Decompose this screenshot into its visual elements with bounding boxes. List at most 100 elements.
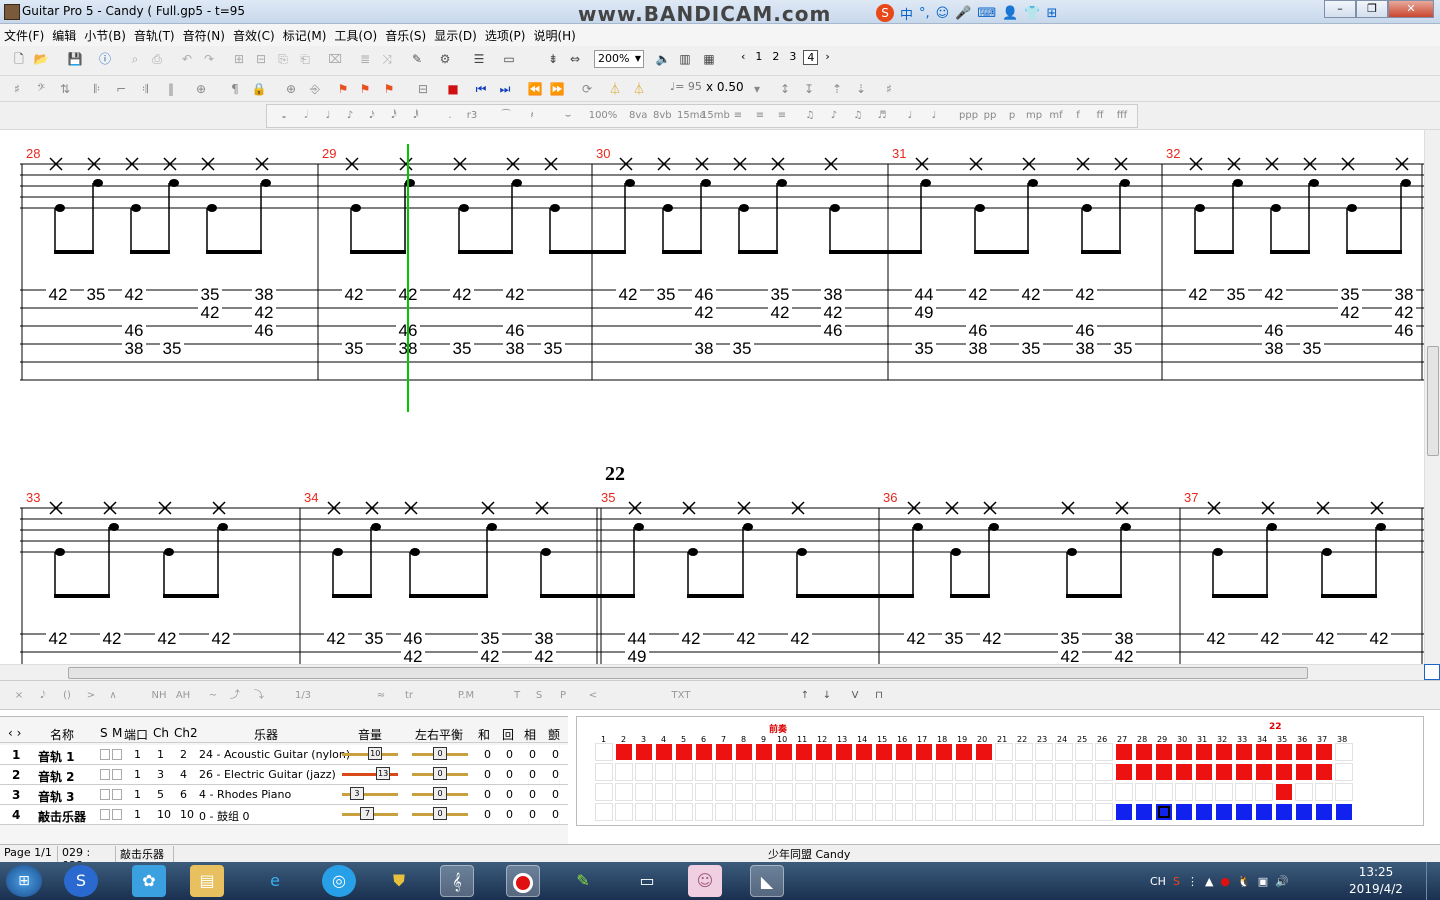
tab-number[interactable]: 35 (771, 285, 790, 304)
tab-number[interactable]: 42 (1189, 285, 1208, 304)
grid-cell[interactable] (835, 763, 853, 781)
phaser-value[interactable]: 0 (529, 808, 536, 821)
track-nav-arrows[interactable]: ‹ › (8, 726, 21, 740)
tab-number[interactable]: 46 (1395, 321, 1414, 340)
page-2-button[interactable]: 2 (769, 50, 782, 65)
page-4-button[interactable]: 4 (803, 50, 819, 65)
grid-cell[interactable] (1235, 803, 1253, 821)
tab-number[interactable]: 42 (158, 629, 177, 648)
transpose-icon[interactable]: ⇅ (56, 80, 74, 98)
mute-checkbox[interactable] (112, 749, 122, 760)
tab-number[interactable]: 42 (453, 285, 472, 304)
track-instrument[interactable]: 26 - Electric Guitar (jazz) (199, 768, 336, 781)
loop-icon[interactable]: ⟳ (578, 80, 596, 98)
dynamic-pp[interactable]: pp (981, 107, 999, 125)
menu-effects[interactable]: 音效(C) (229, 27, 279, 44)
speed-dropdown-icon[interactable]: ▾ (748, 80, 766, 98)
tray-record-icon[interactable]: ● (1220, 875, 1230, 888)
track-row[interactable]: 2 音轨 2 1 3 4 26 - Electric Guitar (jazz) 13 0 0 0… (0, 765, 568, 785)
grid-cell[interactable] (735, 743, 753, 761)
repeat-open-icon[interactable]: 𝄆 (88, 80, 106, 98)
stop-icon[interactable]: ■ (444, 80, 462, 98)
grid-cell[interactable] (1315, 743, 1333, 761)
15mb-icon[interactable]: 15mb (701, 107, 730, 125)
tap-icon[interactable]: T (508, 687, 526, 705)
reverb-value[interactable]: 0 (506, 788, 513, 801)
grid-cell[interactable] (795, 803, 813, 821)
tab-number[interactable]: 42 (1341, 303, 1360, 322)
64th-note-icon[interactable]: 𝅘𝅥𝅱 (407, 107, 425, 125)
mute-icon[interactable]: 🔈 (654, 50, 672, 68)
track-row[interactable]: 3 音轨 3 1 5 6 4 - Rhodes Piano 3 0 0 0 0 0 (0, 785, 568, 805)
grid-cell[interactable] (1155, 803, 1173, 821)
tab-number[interactable]: 42 (695, 303, 714, 322)
grid-cell[interactable] (1335, 763, 1353, 781)
tab-number[interactable]: 35 (163, 339, 182, 358)
grid-cell[interactable] (595, 803, 613, 821)
grid-cell[interactable] (1215, 803, 1233, 821)
tab-number[interactable]: 38 (506, 339, 525, 358)
tray-qq-icon[interactable]: 🐧 (1237, 875, 1251, 888)
grid-cell[interactable] (655, 763, 673, 781)
start-button[interactable]: ⊞ (6, 865, 42, 897)
pop-icon[interactable]: P (554, 687, 572, 705)
tab-number[interactable]: 35 (1341, 285, 1360, 304)
grid-cell[interactable] (1095, 783, 1113, 801)
tab-number[interactable]: 49 (915, 303, 934, 322)
arrow-down-icon[interactable]: ↓ (818, 687, 836, 705)
tab-number[interactable]: 42 (49, 629, 68, 648)
track-instrument[interactable]: 4 - Rhodes Piano (199, 788, 291, 801)
volume-value[interactable]: 10 (368, 747, 383, 760)
tab-number[interactable]: 38 (535, 629, 554, 648)
bend-icon[interactable]: ⤴ (226, 687, 244, 705)
grid-cell[interactable] (1215, 763, 1233, 781)
tab-number[interactable]: 42 (49, 285, 68, 304)
grid-cell[interactable] (955, 803, 973, 821)
grid-cell[interactable] (1135, 803, 1153, 821)
beam-auto-icon[interactable]: ♬ (873, 107, 891, 125)
dotted-icon[interactable]: . (441, 107, 459, 125)
grid-cell[interactable] (595, 763, 613, 781)
grid-cell[interactable] (1315, 763, 1333, 781)
volume-value[interactable]: 3 (349, 787, 364, 800)
ime-emoji-icon[interactable]: ☺ (936, 6, 950, 21)
guitar-pro-taskbar-icon[interactable]: 𝄞 (440, 865, 474, 897)
page-1-button[interactable]: 1 (752, 50, 765, 65)
guitar-fretboard-icon[interactable]: ▥ (676, 50, 694, 68)
new-file-icon[interactable]: 🗋 (10, 50, 28, 68)
grid-cell[interactable] (895, 763, 913, 781)
monitor-icon[interactable]: ▭ (630, 865, 664, 897)
arrow-up-icon[interactable]: ↑ (796, 687, 814, 705)
reverb-value[interactable]: 0 (506, 768, 513, 781)
grid-cell[interactable] (1095, 763, 1113, 781)
zoom-magnifier-icon[interactable] (1424, 664, 1440, 680)
delete-bar-icon[interactable]: ⊟ (252, 50, 270, 68)
grid-cell[interactable] (1015, 743, 1033, 761)
grid-cell[interactable] (1275, 803, 1293, 821)
ime-punct-icon[interactable]: °, (919, 6, 930, 21)
grid-cell[interactable] (755, 743, 773, 761)
grid-cell[interactable] (655, 783, 673, 801)
tab-number[interactable]: 42 (1022, 285, 1041, 304)
pan-value[interactable]: 0 (433, 787, 447, 800)
menu-edit[interactable]: 编辑 (48, 27, 80, 44)
phaser-value[interactable]: 0 (529, 768, 536, 781)
grid-cell[interactable] (1175, 803, 1193, 821)
half-note-icon[interactable]: 𝅗𝅥 (297, 107, 315, 125)
file-explorer-icon[interactable]: ▤ (190, 865, 224, 897)
solo-checkbox[interactable] (100, 749, 110, 760)
upstroke-icon[interactable]: V (846, 687, 864, 705)
media-player-icon[interactable]: ◎ (322, 865, 356, 897)
speaker-icon[interactable]: ⊟ (414, 80, 432, 98)
volume-value[interactable]: 13 (376, 767, 391, 780)
dynamic-p[interactable]: p (1003, 107, 1021, 125)
grid-cell[interactable] (815, 783, 833, 801)
grid-cell[interactable] (895, 803, 913, 821)
accent-icon[interactable]: > (82, 687, 100, 705)
tab-number[interactable]: 38 (1115, 629, 1134, 648)
grid-cell[interactable] (1015, 763, 1033, 781)
tremolo-value[interactable]: 0 (552, 768, 559, 781)
ime-skin-icon[interactable]: 👕 (1024, 6, 1040, 21)
menu-note[interactable]: 音符(N) (179, 27, 229, 44)
grid-cell[interactable] (1115, 743, 1133, 761)
